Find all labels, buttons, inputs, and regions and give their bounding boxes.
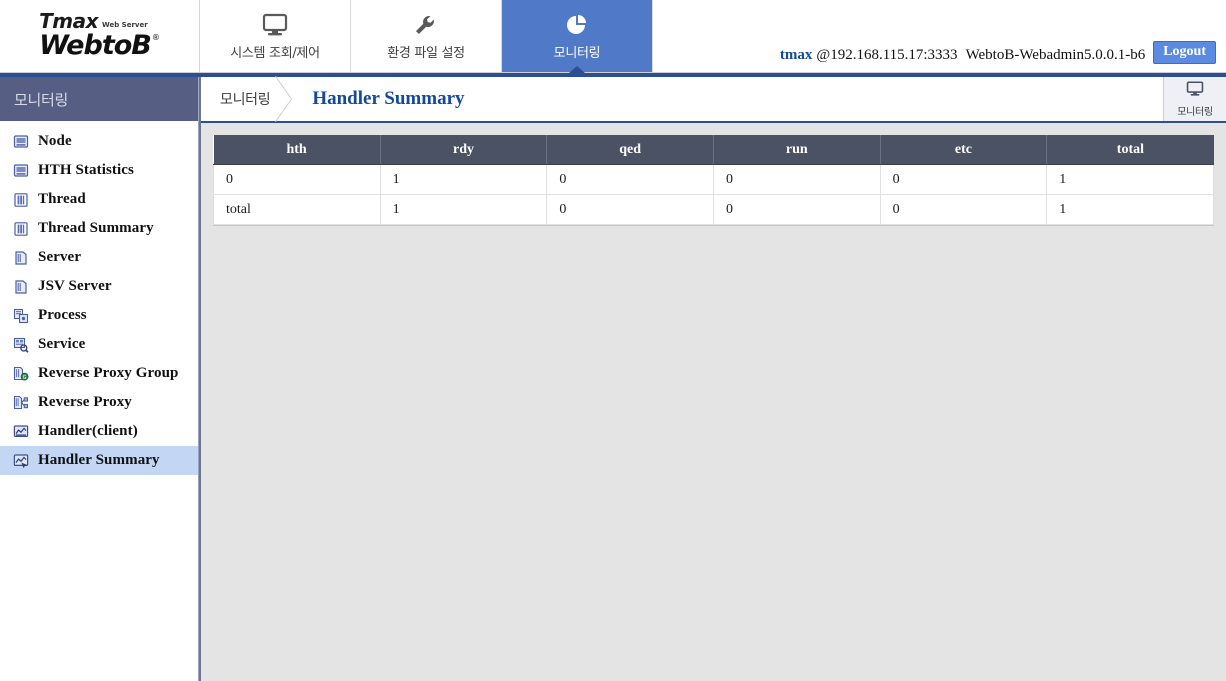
cell-etc: 0 [880, 164, 1048, 195]
process-icon [13, 308, 29, 324]
node-icon [13, 134, 29, 150]
handler-client-icon [13, 424, 29, 440]
sidebar-item-label: Reverse Proxy Group [38, 365, 179, 381]
sidebar-item-jsv-server[interactable]: JSV Server [0, 272, 198, 301]
server-icon [13, 250, 29, 266]
cell-etc: 0 [880, 194, 1048, 225]
sidebar-item-label: Thread [38, 191, 86, 207]
sidebar-item-handler-client[interactable]: Handler(client) [0, 417, 198, 446]
service-icon [13, 337, 29, 353]
table-header-row: hth rdy qed run etc total [213, 135, 1214, 165]
tab-label: 환경 파일 설정 [387, 45, 465, 61]
table-row: 0 1 0 0 0 1 [213, 164, 1214, 195]
statistics-icon [13, 163, 29, 179]
sidebar-item-service[interactable]: Service [0, 330, 198, 359]
logout-button[interactable]: Logout [1153, 40, 1216, 64]
logo-product: WebtoB [39, 30, 152, 61]
column-header-run: run [713, 135, 881, 165]
handler-summary-icon [13, 453, 29, 469]
cell-run: 0 [713, 194, 881, 225]
sidebar-item-server[interactable]: Server [0, 243, 198, 272]
sidebar-item-label: Service [38, 336, 86, 352]
sidebar-item-label: Node [38, 133, 72, 149]
sidebar-menu: Node HTH Statistics Thread Thread Summar… [0, 121, 198, 475]
jsv-server-icon [13, 279, 29, 295]
column-header-total: total [1046, 135, 1214, 165]
breadcrumb-bar: 모니터링 Handler Summary 모니터링 [201, 77, 1226, 123]
breadcrumb: 모니터링 Handler Summary [201, 77, 1163, 121]
wrench-icon [413, 12, 439, 38]
sidebar-item-reverse-proxy[interactable]: Reverse Proxy [0, 388, 198, 417]
logo-brand: Tmax [39, 9, 99, 33]
column-header-etc: etc [880, 135, 1048, 165]
monitoring-tool-label: 모니터링 [1177, 106, 1213, 118]
tab-label: 시스템 조회/제어 [230, 45, 320, 61]
pie-chart-icon [564, 12, 590, 38]
cell-rdy: 1 [380, 164, 548, 195]
reverse-proxy-icon [13, 395, 29, 411]
column-header-rdy: rdy [380, 135, 548, 165]
reverse-proxy-group-icon: G [13, 366, 29, 382]
thread-icon [13, 192, 29, 208]
sidebar-item-label: Handler(client) [38, 423, 138, 439]
tab-monitoring[interactable]: 모니터링 [502, 0, 653, 73]
page-title: Handler Summary [312, 88, 465, 109]
table-row: total 1 0 0 0 1 [213, 194, 1214, 225]
tab-config-file[interactable]: 환경 파일 설정 [351, 0, 502, 72]
cell-hth: total [213, 194, 381, 225]
cell-run: 0 [713, 164, 881, 195]
sidebar-title: 모니터링 [0, 77, 198, 121]
column-header-qed: qed [546, 135, 714, 165]
sidebar-item-node[interactable]: Node [0, 127, 198, 156]
cell-rdy: 1 [380, 194, 548, 225]
session-host: @192.168.115.17:3333 [816, 47, 958, 63]
sidebar-item-handler-summary[interactable]: Handler Summary [0, 446, 198, 475]
sidebar-item-label: Handler Summary [38, 452, 160, 468]
sidebar-item-label: JSV Server [38, 278, 112, 294]
logo-registered-mark: ® [151, 33, 160, 42]
sidebar-item-label: Server [38, 249, 82, 265]
sidebar-item-process[interactable]: Process [0, 301, 198, 330]
monitoring-tool-button[interactable]: 모니터링 [1163, 77, 1226, 121]
tab-system-control[interactable]: 시스템 조회/제어 [200, 0, 351, 72]
monitor-icon [1186, 80, 1204, 102]
active-tab-pointer [569, 66, 585, 73]
column-header-hth: hth [213, 135, 381, 165]
app-logo: Tmax Web Server WebtoB ® [0, 0, 200, 72]
cell-total: 1 [1046, 194, 1214, 225]
monitor-icon [262, 12, 288, 38]
content-area: 모니터링 Handler Summary 모니터링 hth rdy qed ru… [199, 77, 1226, 681]
breadcrumb-root[interactable]: 모니터링 [201, 89, 286, 109]
chevron-right-icon [276, 76, 318, 122]
top-header: Tmax Web Server WebtoB ® 시스템 조회/제어 환경 파일… [0, 0, 1226, 73]
svg-text:G: G [23, 375, 27, 381]
sidebar-item-thread-summary[interactable]: Thread Summary [0, 214, 198, 243]
cell-qed: 0 [546, 194, 714, 225]
cell-total: 1 [1046, 164, 1214, 195]
session-user: tmax [779, 47, 813, 63]
sidebar: 모니터링 Node HTH Statistics Thread Thread S… [0, 77, 199, 681]
sidebar-item-reverse-proxy-group[interactable]: G Reverse Proxy Group [0, 359, 198, 388]
sidebar-item-label: Thread Summary [38, 220, 154, 236]
handler-summary-table: hth rdy qed run etc total 0 1 0 0 0 1 to… [213, 135, 1214, 225]
main-layout: 모니터링 Node HTH Statistics Thread Thread S… [0, 77, 1226, 681]
sidebar-item-hth-statistics[interactable]: HTH Statistics [0, 156, 198, 185]
content-body: hth rdy qed run etc total 0 1 0 0 0 1 to… [201, 123, 1226, 681]
sidebar-item-label: Process [38, 307, 87, 323]
cell-qed: 0 [546, 164, 714, 195]
cell-hth: 0 [213, 164, 381, 195]
sidebar-item-label: HTH Statistics [38, 162, 134, 178]
sidebar-item-thread[interactable]: Thread [0, 185, 198, 214]
sidebar-item-label: Reverse Proxy [38, 394, 132, 410]
thread-summary-icon [13, 221, 29, 237]
tab-label: 모니터링 [553, 45, 601, 61]
app-version: WebtoB-Webadmin5.0.0.1-b6 [965, 47, 1146, 63]
session-info: tmax @192.168.115.17:3333 WebtoB-Webadmi… [653, 0, 1226, 72]
